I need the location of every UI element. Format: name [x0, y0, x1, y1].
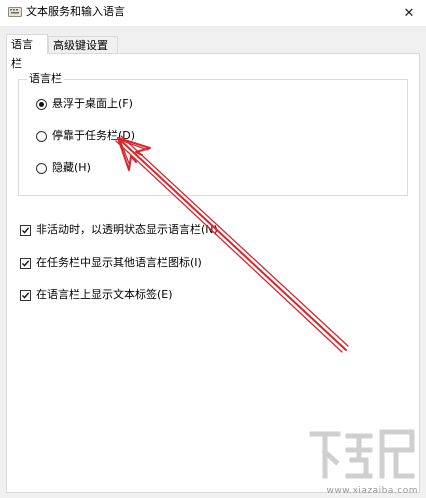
close-icon: ✕	[403, 5, 415, 21]
close-button[interactable]: ✕	[392, 0, 426, 26]
radio-label: 隐藏(H)	[52, 161, 91, 174]
radio-dock-in-taskbar[interactable]: 停靠于任务栏(D)	[36, 128, 135, 144]
keyboard-icon	[8, 6, 22, 18]
groupbox-legend: 语言栏	[27, 72, 64, 86]
radio-hidden[interactable]: 隐藏(H)	[36, 160, 91, 176]
radio-label: 悬浮于桌面上(F)	[52, 97, 133, 110]
checkbox-show-extra-icons[interactable]: 在任务栏中显示其他语言栏图标(I)	[20, 255, 202, 271]
xiazaiba-logo-icon	[309, 429, 415, 479]
radio-button[interactable]	[36, 130, 47, 142]
radio-button-checked[interactable]	[36, 98, 47, 110]
checkbox-checked[interactable]	[20, 257, 31, 269]
checkbox-checked[interactable]	[20, 224, 31, 236]
radio-button[interactable]	[36, 162, 47, 174]
watermark-url: www.xiazaiba.com	[326, 486, 418, 496]
tab-advanced-key-settings[interactable]: 高级键设置	[48, 36, 118, 53]
window-title: 文本服务和输入语言	[26, 5, 125, 18]
checkbox-label: 在任务栏中显示其他语言栏图标(I)	[36, 256, 202, 269]
watermark-logo: www.xiazaiba.com	[296, 422, 426, 498]
checkbox-show-text-labels[interactable]: 在语言栏上显示文本标签(E)	[20, 287, 173, 303]
checkbox-transparent-when-inactive[interactable]: 非活动时，以透明状态显示语言栏(N)	[20, 222, 218, 238]
checkbox-checked[interactable]	[20, 289, 31, 301]
radio-label: 停靠于任务栏(D)	[52, 129, 136, 142]
radio-float-on-desktop[interactable]: 悬浮于桌面上(F)	[36, 96, 133, 112]
tab-language-bar[interactable]: 语言栏	[6, 34, 48, 70]
checkbox-label: 非活动时，以透明状态显示语言栏(N)	[36, 223, 218, 236]
tab-advanced-key-settings-label: 高级键设置	[53, 39, 108, 52]
checkbox-label: 在语言栏上显示文本标签(E)	[36, 288, 173, 301]
language-bar-groupbox: 语言栏 悬浮于桌面上(F) 停靠于任务栏(D) 隐藏(H)	[18, 72, 408, 196]
title-bar: 文本服务和输入语言 ✕	[0, 0, 426, 26]
